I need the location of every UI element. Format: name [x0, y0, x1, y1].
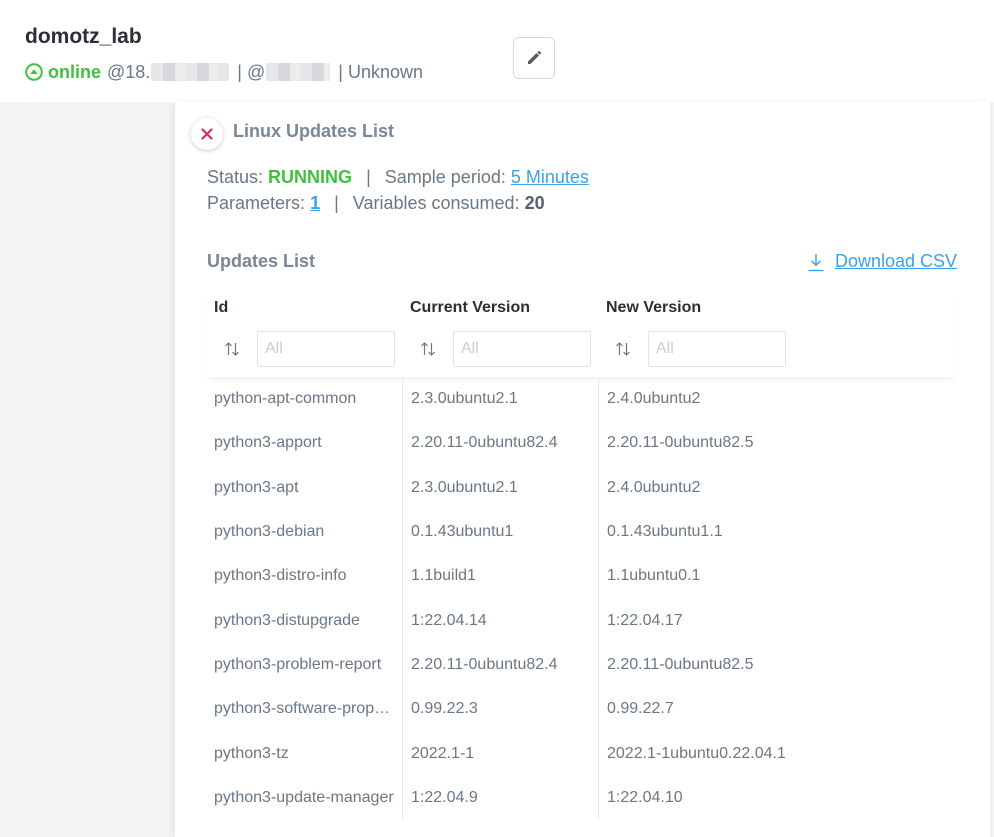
cell-id: python-apt-common — [214, 390, 357, 408]
column-header-current-version[interactable]: Current Version — [410, 299, 530, 317]
cell-id: python3-update-manager — [214, 788, 394, 806]
parameters-link[interactable]: 1 — [310, 193, 320, 213]
table-row[interactable]: python3-distupgrade 1:22.04.14 1:22.04.17 — [207, 598, 957, 642]
close-panel-button[interactable] — [191, 118, 223, 150]
parameters-line: Parameters: 1 | Variables consumed: 20 — [207, 193, 545, 214]
table-body: python-apt-common 2.3.0ubuntu2.1 2.4.0ubun… — [207, 377, 957, 820]
updates-table: Id Current Version New Version All All A… — [207, 287, 957, 820]
separator: | — [334, 193, 339, 213]
cell-current-version: 2.20.11-0ubuntu82.4 — [411, 655, 558, 673]
column-header-id[interactable]: Id — [214, 299, 228, 317]
separator: | — [366, 167, 371, 187]
updates-list-title: Updates List — [207, 251, 316, 271]
filter-input-new-version[interactable] — [648, 331, 786, 367]
cell-current-version: 2022.1-1 — [411, 744, 475, 762]
status-line: Status: RUNNING | Sample period: 5 Minut… — [207, 167, 589, 188]
filter-input-id[interactable] — [257, 331, 395, 367]
table-row[interactable]: python3-update-manager 1:22.04.9 1:22.04.1… — [207, 776, 957, 820]
panel-title: Linux Updates List — [233, 121, 395, 141]
mac-at-sign: @ — [246, 61, 266, 82]
separator: | — [237, 61, 242, 82]
cell-new-version: 2.20.11-0ubuntu82.5 — [607, 434, 754, 452]
variables-consumed-value: 20 — [524, 193, 545, 213]
column-header-new-version[interactable]: New Version — [606, 299, 701, 317]
cell-id: python3-problem-report — [214, 655, 382, 673]
cell-current-version: 1:22.04.14 — [411, 611, 487, 629]
table-row[interactable]: python3-apt 2.3.0ubuntu2.1 2.4.0ubuntu2 — [207, 466, 957, 510]
cell-current-version: 2.3.0ubuntu2.1 — [411, 390, 518, 408]
cell-id: python3-debian — [214, 523, 325, 541]
table-row[interactable]: python3-distro-info 1.1build1 1.1ubuntu0.1 — [207, 554, 957, 598]
parameters-label: Parameters: — [207, 193, 306, 213]
edit-device-button[interactable] — [513, 37, 555, 79]
sort-icon[interactable] — [223, 340, 241, 358]
sort-icon[interactable] — [614, 340, 632, 358]
cell-current-version: 1.1build1 — [411, 567, 476, 585]
download-icon — [808, 253, 824, 271]
cell-new-version: 2.4.0ubuntu2 — [607, 478, 701, 496]
filter-id — [207, 331, 395, 367]
download-csv-link[interactable]: Download CSV — [807, 251, 957, 272]
variables-consumed-label: Variables consumed: — [352, 193, 520, 213]
cell-new-version: 1:22.04.10 — [607, 788, 683, 806]
device-name: domotz_lab — [25, 25, 142, 48]
mac-address-redacted — [266, 63, 331, 81]
cell-current-version: 0.1.43ubuntu1 — [411, 523, 514, 541]
separator: | — [338, 61, 343, 82]
cell-current-version: 2.3.0ubuntu2.1 — [411, 478, 518, 496]
online-status-icon — [25, 63, 43, 81]
cell-new-version: 2022.1-1ubuntu0.22.04.1 — [607, 744, 786, 762]
status-label: Status: — [207, 167, 264, 187]
cell-current-version: 2.20.11-0ubuntu82.4 — [411, 434, 558, 452]
device-status-line: online @18. | @ | Unknown — [25, 60, 423, 84]
filter-current-version — [403, 331, 591, 367]
sample-period-link[interactable]: 5 Minutes — [511, 167, 589, 187]
table-row[interactable]: python3-apport 2.20.11-0ubuntu82.4 2.20.11… — [207, 421, 957, 465]
table-row[interactable]: python3-software-prop… 0.99.22.3 0.99.22.7 — [207, 687, 957, 731]
cell-id: python3-software-prop… — [214, 700, 391, 718]
table-row[interactable]: python3-debian 0.1.43ubuntu1 0.1.43ubuntu1… — [207, 510, 957, 554]
filter-input-current-version[interactable] — [453, 331, 591, 367]
device-header: domotz_lab online @18. | @ | Unknown — [0, 0, 994, 102]
table-row[interactable]: python3-problem-report 2.20.11-0ubuntu82.… — [207, 643, 957, 687]
cell-id: python3-apport — [214, 434, 322, 452]
filter-new-version — [598, 331, 786, 367]
cell-new-version: 0.1.43ubuntu1.1 — [607, 523, 723, 541]
online-status-text: online — [48, 61, 101, 82]
ip-address-redacted — [151, 63, 230, 81]
device-vendor: Unknown — [347, 61, 423, 82]
sort-icon[interactable] — [419, 340, 437, 358]
status-value: RUNNING — [268, 167, 353, 187]
table-header: Id Current Version New Version — [207, 287, 957, 377]
cell-current-version: 1:22.04.9 — [411, 788, 478, 806]
ip-address-prefix: @18. — [107, 61, 151, 82]
table-row[interactable]: python-apt-common 2.3.0ubuntu2.1 2.4.0ubun… — [207, 377, 957, 421]
close-icon — [201, 128, 213, 140]
cell-id: python3-tz — [214, 744, 289, 762]
cell-id: python3-distupgrade — [214, 611, 360, 629]
table-row[interactable]: python3-tz 2022.1-1 2022.1-1ubuntu0.22.04.… — [207, 731, 957, 775]
cell-new-version: 2.4.0ubuntu2 — [607, 390, 701, 408]
pencil-icon — [528, 50, 542, 64]
cell-new-version: 1.1ubuntu0.1 — [607, 567, 701, 585]
sample-period-label: Sample period: — [384, 167, 506, 187]
linux-updates-panel: Linux Updates List Status: RUNNING | Sam… — [175, 102, 990, 837]
cell-current-version: 0.99.22.3 — [411, 700, 478, 718]
cell-new-version: 2.20.11-0ubuntu82.5 — [607, 655, 754, 673]
cell-new-version: 0.99.22.7 — [607, 700, 674, 718]
cell-id: python3-apt — [214, 478, 299, 496]
cell-id: python3-distro-info — [214, 567, 347, 585]
download-csv-label[interactable]: Download CSV — [835, 251, 957, 272]
cell-new-version: 1:22.04.17 — [607, 611, 683, 629]
